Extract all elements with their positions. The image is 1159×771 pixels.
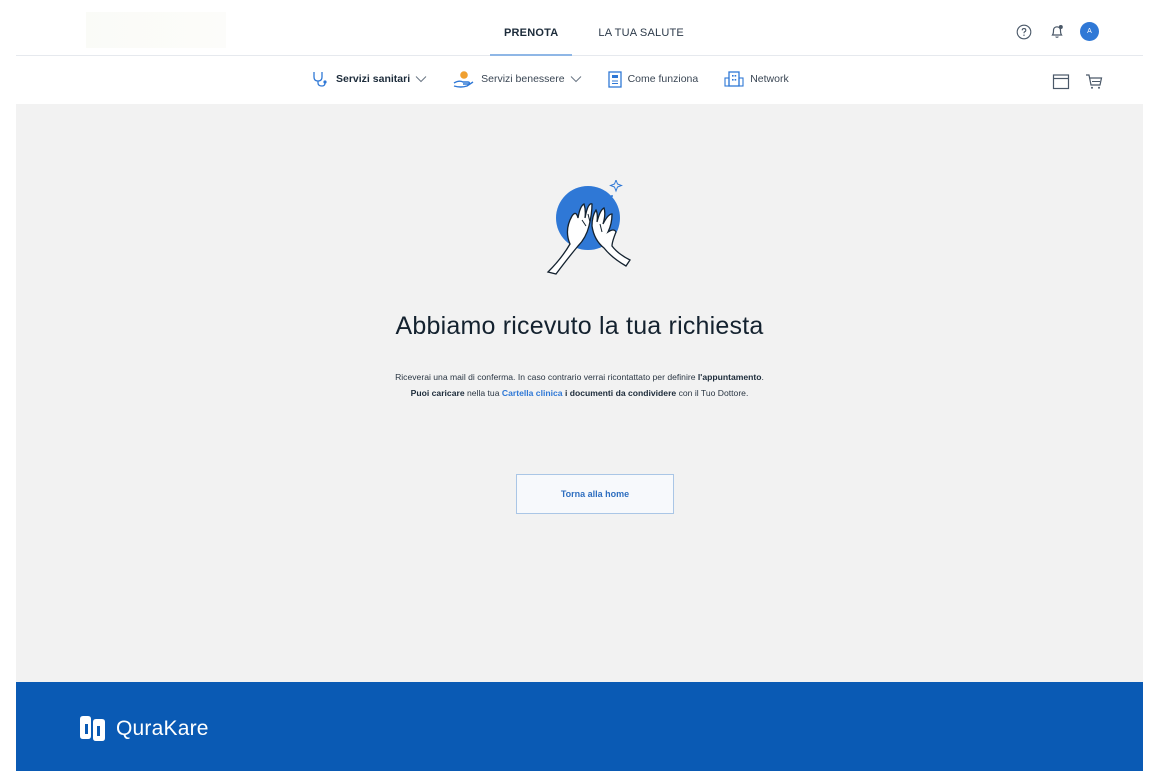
subnav-item-servizi-benessere[interactable]: Servizi benessere xyxy=(453,70,581,88)
cart-icon[interactable] xyxy=(1084,72,1103,91)
message-bold-puoi-caricare: Puoi caricare xyxy=(410,388,465,398)
subnav-right-icons xyxy=(1051,72,1103,91)
calendar-icon[interactable] xyxy=(1051,72,1070,91)
message-text: nella tua xyxy=(464,388,502,398)
qurakare-logo-icon xyxy=(80,716,105,741)
subnav-item-come-funziona[interactable]: Come funziona xyxy=(607,70,699,88)
stethoscope-icon xyxy=(312,71,330,87)
page: PRENOTA LA TUA SALUTE A Servizi sanitari… xyxy=(0,0,1159,771)
subnav-label-servizi-benessere: Servizi benessere xyxy=(481,73,565,85)
top-icons: A xyxy=(1014,22,1099,41)
brand-logo[interactable] xyxy=(86,12,226,48)
user-avatar[interactable]: A xyxy=(1080,22,1099,41)
confirmation-content: Abbiamo ricevuto la tua richiesta Riceve… xyxy=(16,104,1143,682)
footer: QuraKare xyxy=(16,682,1143,771)
help-icon[interactable] xyxy=(1014,22,1033,41)
building-icon xyxy=(724,71,744,87)
confirmation-title: Abbiamo ricevuto la tua richiesta xyxy=(395,312,764,340)
subnav-label-servizi-sanitari: Servizi sanitari xyxy=(336,73,411,85)
confirmation-message-line2: Puoi caricare nella tua Cartella clinica… xyxy=(16,388,1143,398)
high-five-illustration xyxy=(542,178,632,276)
message-text: . xyxy=(761,372,764,382)
message-text: con il Tuo Dottore. xyxy=(676,388,749,398)
confirmation-message-line1: Riceverai una mail di conferma. In caso … xyxy=(16,372,1143,382)
tab-prenota[interactable]: PRENOTA xyxy=(484,0,578,56)
message-bold-appuntamento: l'appuntamento xyxy=(697,372,762,382)
top-bar: PRENOTA LA TUA SALUTE A xyxy=(16,0,1143,56)
subnav-label-network: Network xyxy=(750,73,789,85)
back-to-home-button[interactable]: Torna alla home xyxy=(516,474,674,514)
subnav-item-network[interactable]: Network xyxy=(724,71,789,87)
tab-la-tua-salute[interactable]: LA TUA SALUTE xyxy=(578,0,704,55)
footer-brand-name: QuraKare xyxy=(116,717,209,740)
sub-navigation: Servizi sanitari Servizi benessere Come … xyxy=(16,56,1143,104)
notification-icon[interactable] xyxy=(1047,22,1066,41)
footer-logo[interactable]: QuraKare xyxy=(78,716,209,742)
wellness-hand-icon xyxy=(453,70,475,88)
message-text: Riceverai una mail di conferma. In caso … xyxy=(395,372,698,382)
chevron-down-icon xyxy=(570,75,582,83)
cartella-clinica-link[interactable]: Cartella clinica xyxy=(502,388,563,398)
subnav-items: Servizi sanitari Servizi benessere Come … xyxy=(312,70,815,88)
main-tabs: PRENOTA LA TUA SALUTE xyxy=(484,0,704,56)
subnav-item-servizi-sanitari[interactable]: Servizi sanitari xyxy=(312,71,427,87)
message-bold-documenti: i documenti da condividere xyxy=(564,388,677,398)
document-icon xyxy=(607,70,622,88)
subnav-label-come-funziona: Come funziona xyxy=(627,73,699,85)
chevron-down-icon xyxy=(415,75,427,83)
